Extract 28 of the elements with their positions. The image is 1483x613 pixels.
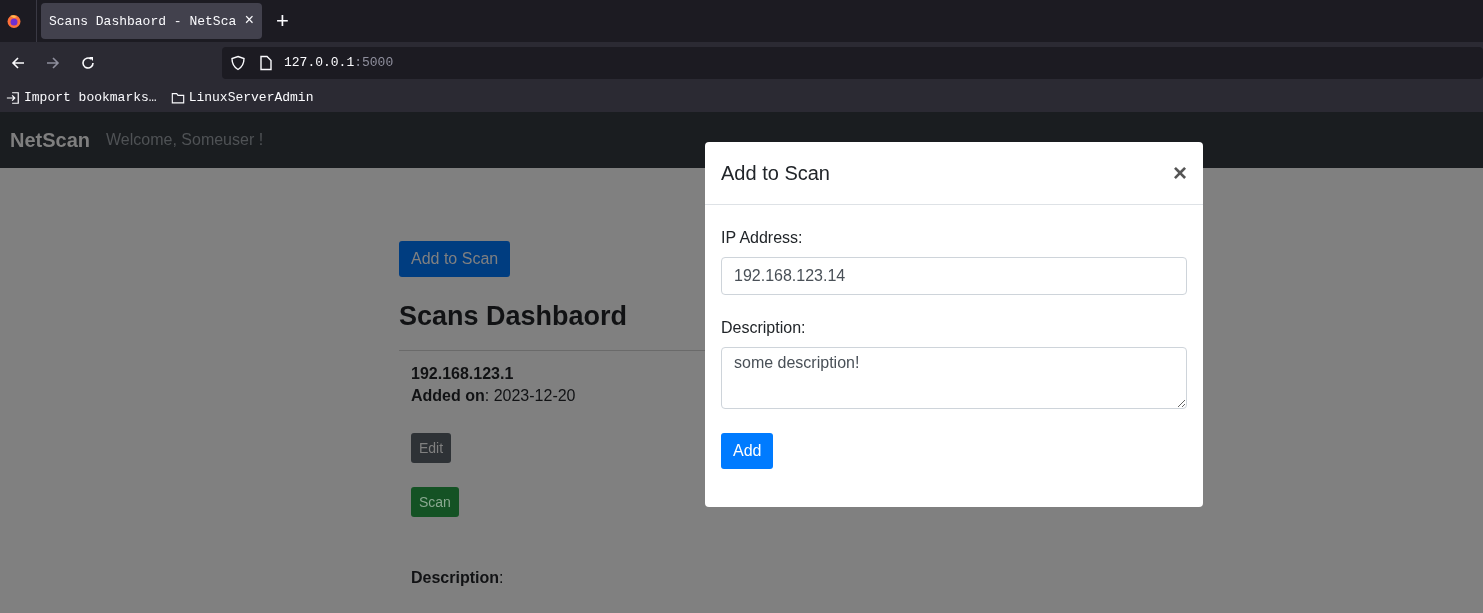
close-button[interactable]: × bbox=[1173, 159, 1187, 187]
field-label: IP Address: bbox=[721, 229, 804, 247]
description-field[interactable]: some description! bbox=[721, 347, 1187, 409]
page-heading: Scans Dashbaord bbox=[399, 301, 628, 332]
reload-icon[interactable] bbox=[80, 54, 96, 71]
added-on-text: Added on: 2023-12-20 bbox=[411, 387, 577, 405]
folder-icon bbox=[170, 90, 185, 105]
add-button[interactable]: Add bbox=[721, 433, 774, 469]
address-bar[interactable]: 127.0.0.1:5000 bbox=[222, 46, 1483, 79]
ip-address-field[interactable]: 192.168.123.14 bbox=[721, 257, 1187, 295]
ip-address: 192.168.123.1 bbox=[411, 365, 515, 383]
back-icon[interactable] bbox=[10, 54, 26, 71]
bookmark[interactable]: LinuxServerAdmin bbox=[170, 90, 314, 105]
browser-logo-icon[interactable] bbox=[6, 13, 22, 29]
new-tab-button[interactable]: + bbox=[276, 8, 289, 34]
url-text: 127.0.0.1:5000 bbox=[284, 55, 394, 70]
page-icon bbox=[258, 54, 274, 71]
close-tab-icon[interactable]: × bbox=[244, 12, 254, 30]
bookmark[interactable]: Import bookmarks… bbox=[6, 90, 157, 105]
field-label: Description: bbox=[721, 319, 807, 337]
shield-icon[interactable] bbox=[230, 54, 246, 71]
scan-button[interactable]: Scan bbox=[411, 487, 459, 517]
forward-icon[interactable] bbox=[45, 54, 61, 71]
description-label: Description: bbox=[411, 569, 505, 587]
brand-name[interactable]: NetScan bbox=[10, 128, 91, 152]
browser-tab[interactable]: Scans Dashbaord - NetSca × bbox=[41, 3, 262, 39]
import-icon bbox=[6, 90, 20, 105]
dialog-title: Add to Scan bbox=[721, 161, 830, 185]
